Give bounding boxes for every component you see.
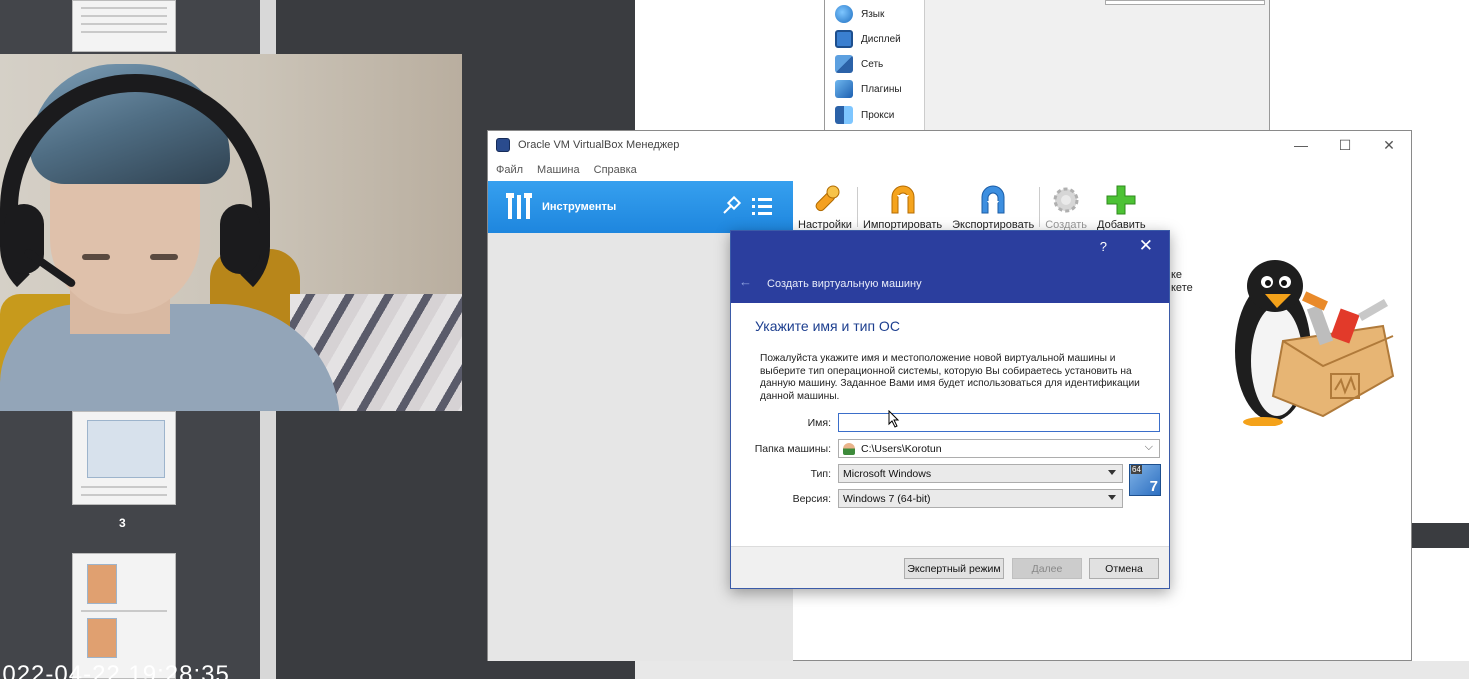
machine-folder-combo[interactable]: C:\Users\Korotun ⌵: [838, 439, 1160, 458]
tux-toolbox-illustration: [1235, 260, 1395, 426]
window-titlebar: Oracle VM VirtualBox Менеджер: [488, 131, 1411, 159]
dropdown-arrow-icon: [1108, 470, 1116, 475]
gear-icon: [1053, 187, 1079, 213]
maximize-button[interactable]: ☐: [1323, 131, 1367, 159]
dropdown-arrow-icon: [1108, 495, 1116, 500]
export-button[interactable]: Экспортировать: [947, 181, 1039, 233]
display-icon: [835, 30, 853, 48]
expert-mode-button[interactable]: Экспертный режим: [904, 558, 1004, 579]
tools-label: Инструменты: [542, 201, 617, 213]
name-input[interactable]: [838, 413, 1160, 432]
settings-item-proxy[interactable]: Прокси: [835, 104, 894, 126]
document-page: [1412, 548, 1469, 679]
welcome-text-line: ке: [1171, 269, 1183, 281]
page-description: Пожалуйста укажите имя и местоположение …: [760, 353, 1140, 402]
settings-item-label: Дисплей: [861, 33, 901, 45]
plugin-icon: [835, 80, 853, 98]
import-button[interactable]: Импортировать: [858, 181, 947, 233]
settings-item-network[interactable]: Сеть: [835, 53, 883, 75]
welcome-text-line: кете: [1171, 282, 1193, 294]
type-label: Тип:: [810, 468, 831, 480]
recording-timestamp: 2022-04-22 19:28:35: [0, 661, 230, 679]
page-number: 3: [119, 516, 126, 530]
menu-machine[interactable]: Машина: [537, 164, 580, 176]
settings-button[interactable]: Настройки: [793, 181, 857, 233]
back-arrow-icon[interactable]: ←: [739, 274, 752, 289]
menu-file[interactable]: Файл: [496, 164, 523, 176]
os-type-value: Microsoft Windows: [843, 467, 932, 480]
wrench-icon: [815, 185, 840, 212]
mouse-cursor-icon: [888, 410, 900, 428]
export-icon: [981, 185, 1005, 214]
os-version-value: Windows 7 (64-bit): [843, 492, 931, 505]
os-version-select[interactable]: Windows 7 (64-bit): [838, 489, 1123, 508]
menu-help[interactable]: Справка: [594, 164, 637, 176]
wizard-header: ? ✕ ← Создать виртуальную машину: [731, 231, 1169, 303]
tools-icon: [506, 193, 532, 219]
settings-item-label: Сеть: [861, 58, 884, 70]
main-toolbar: Настройки Импортировать Экспортировать С…: [793, 181, 1151, 233]
document-page: [635, 661, 1469, 679]
import-icon: [891, 185, 915, 214]
virtualbox-logo-icon: [496, 138, 510, 152]
os-bits-badge: 64: [1131, 465, 1142, 474]
plus-icon: [1106, 185, 1136, 215]
menu-bar: Файл Машина Справка: [488, 159, 1411, 181]
close-dialog-button[interactable]: ✕: [1139, 236, 1153, 256]
version-label: Версия:: [792, 493, 831, 505]
settings-item-display[interactable]: Дисплей: [835, 28, 901, 50]
page-thumbnail[interactable]: [72, 411, 176, 505]
help-button[interactable]: ?: [1100, 239, 1107, 254]
list-menu-icon[interactable]: [750, 195, 774, 217]
settings-item-label: Плагины: [861, 83, 902, 95]
window-controls: — ☐ ✕: [1279, 131, 1411, 159]
page-thumbnail[interactable]: [72, 0, 176, 52]
proxy-icon: [835, 106, 853, 124]
settings-sidebar: Язык Дисплей Сеть Плагины Прокси: [825, 0, 925, 130]
settings-item-label: Язык: [861, 8, 885, 20]
create-button[interactable]: Создать: [1040, 181, 1092, 233]
chevron-down-icon: ⌵: [1144, 441, 1153, 453]
cancel-button[interactable]: Отмена: [1089, 558, 1159, 579]
create-vm-wizard: ? ✕ ← Создать виртуальную машину Укажите…: [730, 230, 1170, 589]
windows-7-os-icon: 64 7: [1129, 464, 1161, 496]
page-heading: Укажите имя и тип ОС: [755, 318, 900, 334]
next-button[interactable]: Далее: [1012, 558, 1082, 579]
wizard-title: Создать виртуальную машину: [767, 278, 922, 290]
add-button[interactable]: Добавить: [1092, 181, 1151, 233]
minimize-button[interactable]: —: [1279, 131, 1323, 159]
name-label: Имя:: [807, 417, 831, 429]
pin-icon[interactable]: [720, 195, 742, 217]
close-window-button[interactable]: ✕: [1367, 131, 1411, 159]
settings-item-language[interactable]: Язык: [835, 3, 884, 25]
webcam-overlay: [0, 54, 462, 411]
os-version-badge: 7: [1149, 478, 1158, 495]
machine-folder-value: C:\Users\Korotun: [861, 442, 942, 455]
settings-window: Язык Дисплей Сеть Плагины Прокси: [824, 0, 1270, 130]
settings-field[interactable]: [1105, 0, 1265, 5]
settings-item-label: Прокси: [861, 109, 895, 121]
user-folder-icon: [843, 442, 855, 455]
folder-label: Папка машины:: [754, 443, 831, 455]
globe-icon: [835, 5, 853, 23]
os-type-select[interactable]: Microsoft Windows: [838, 464, 1123, 483]
window-title: Oracle VM VirtualBox Менеджер: [518, 139, 680, 151]
settings-item-plugins[interactable]: Плагины: [835, 78, 902, 100]
document-page: [1412, 130, 1469, 523]
tools-item[interactable]: Инструменты: [488, 181, 793, 233]
headset-earcup: [220, 204, 260, 274]
network-icon: [835, 55, 853, 73]
wizard-footer: Экспертный режим Далее Отмена: [731, 546, 1169, 588]
